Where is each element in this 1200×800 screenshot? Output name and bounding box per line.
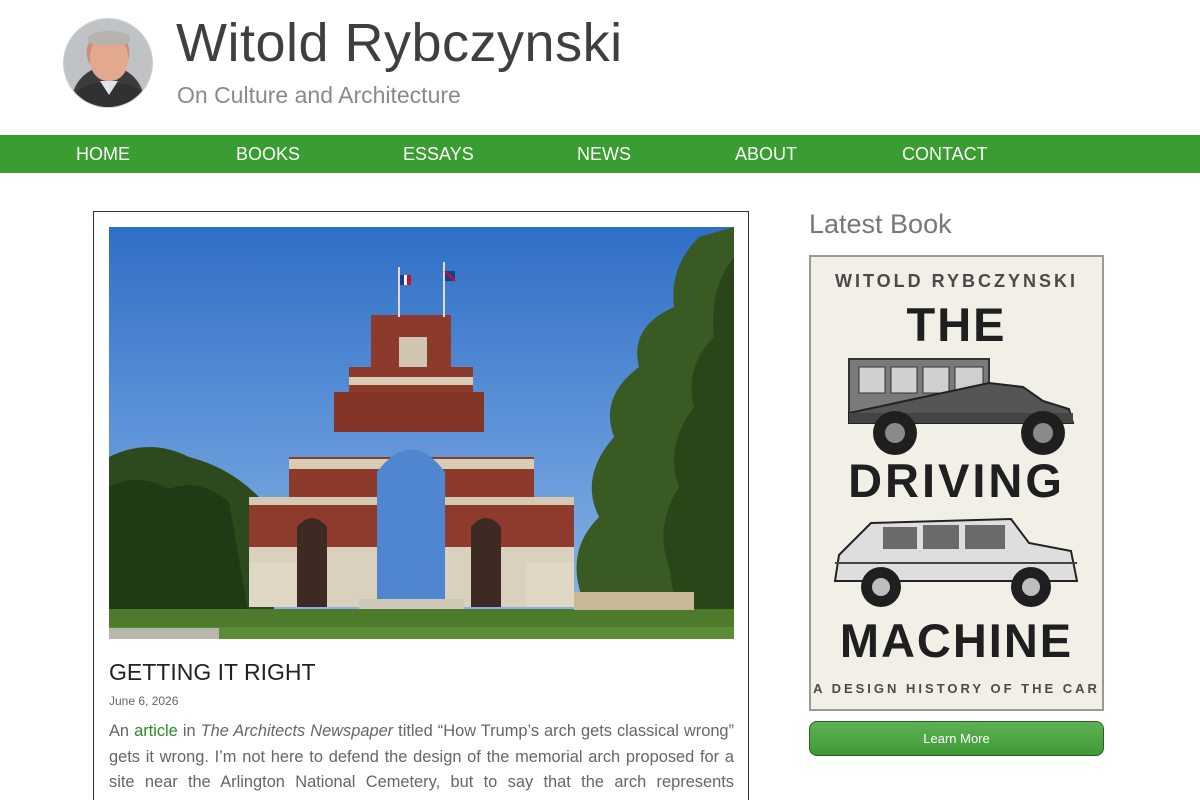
cover-author: WITOLD RYBCZYNSKI: [835, 271, 1078, 291]
site-tagline: On Culture and Architecture: [177, 82, 461, 108]
book-cover[interactable]: WITOLD RYBCZYNSKI THE DRIVING MACHINE A …: [809, 255, 1104, 711]
nav-item-about[interactable]: ABOUT: [735, 135, 797, 173]
avatar-hair: [88, 31, 130, 45]
cover-subtitle: A DESIGN HISTORY OF THE CAR: [813, 681, 1100, 696]
post-card: GETTING IT RIGHT June 6, 2026 An article…: [93, 211, 749, 800]
excerpt-text: An: [109, 722, 135, 740]
suv-car-illustration: [833, 517, 1079, 607]
nav-item-home[interactable]: HOME: [76, 135, 130, 173]
nav-item-news[interactable]: NEWS: [577, 135, 631, 173]
excerpt-text: in: [177, 722, 201, 740]
memorial-arch-photo: [109, 227, 734, 639]
vintage-woodie-car-illustration: [848, 358, 1075, 455]
site-title[interactable]: Witold Rybczynski: [176, 12, 623, 74]
cover-title-line2: DRIVING: [848, 454, 1065, 507]
post-date: June 6, 2026: [109, 694, 179, 708]
author-avatar[interactable]: [63, 18, 153, 108]
post-featured-image[interactable]: [109, 227, 734, 639]
post-title[interactable]: GETTING IT RIGHT: [109, 659, 316, 686]
nav-item-books[interactable]: BOOKS: [236, 135, 300, 173]
nav-item-essays[interactable]: ESSAYS: [403, 135, 474, 173]
publication-name: The Architects Newspaper: [200, 722, 394, 740]
post-excerpt: An article in The Architects Newspaper t…: [109, 719, 734, 800]
cover-title-line1: THE: [906, 298, 1007, 351]
cover-title-line3: MACHINE: [839, 614, 1074, 667]
site-header: Witold Rybczynski On Culture and Archite…: [0, 0, 1200, 135]
article-link[interactable]: article: [134, 722, 178, 740]
sidebar-heading: Latest Book: [809, 209, 952, 239]
main-nav: HOME BOOKS ESSAYS NEWS ABOUT CONTACT: [0, 135, 1200, 173]
learn-more-button[interactable]: Learn More: [809, 721, 1104, 756]
nav-item-contact[interactable]: CONTACT: [902, 135, 988, 173]
